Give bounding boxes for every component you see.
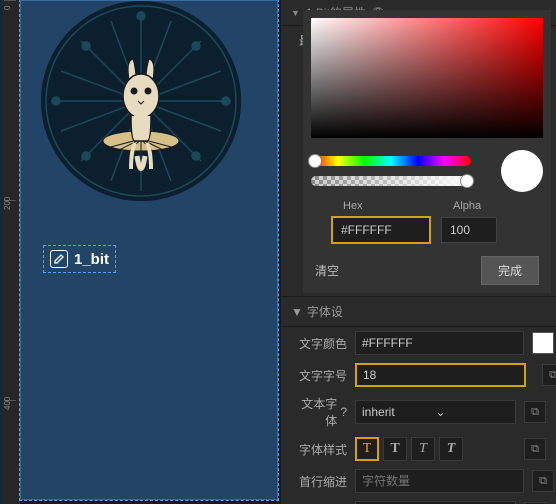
- color-preview: [501, 150, 543, 192]
- alpha-input[interactable]: [441, 217, 497, 243]
- properties-panel: ▼ 1 Bit的属性 ? — 最大字数 最 溢出处 充 换行 高亮显 高 高亮文…: [281, 0, 556, 504]
- hue-slider[interactable]: [311, 156, 471, 166]
- hue-handle[interactable]: [308, 154, 322, 168]
- style-italic-button[interactable]: T: [411, 437, 435, 461]
- label-text-color: 文字颜色: [291, 335, 347, 352]
- hex-label: Hex: [343, 200, 443, 212]
- clear-button[interactable]: 清空: [315, 262, 339, 279]
- collapse-triangle-icon: ▼: [291, 8, 300, 18]
- text-element[interactable]: 1_bit: [43, 245, 116, 273]
- style-bold-button[interactable]: T: [383, 437, 407, 461]
- hex-input[interactable]: [331, 216, 431, 244]
- font-section-header[interactable]: ▼ 字体设: [281, 296, 556, 327]
- copy-icon[interactable]: ⧉: [524, 401, 546, 423]
- label-font-size: 文字字号: [291, 367, 347, 384]
- text-color-input[interactable]: [355, 331, 524, 355]
- copy-icon[interactable]: ⧉: [532, 470, 554, 492]
- alpha-handle[interactable]: [460, 174, 474, 188]
- font-size-input[interactable]: [355, 363, 526, 387]
- first-indent-input[interactable]: [355, 469, 524, 493]
- text-content: 1_bit: [74, 251, 109, 268]
- canvas-stage[interactable]: 1_bit: [20, 0, 278, 500]
- alpha-slider[interactable]: [311, 176, 471, 186]
- avatar-image[interactable]: [41, 1, 241, 201]
- copy-icon[interactable]: ⧉: [524, 438, 546, 460]
- label-font-family: 文本字体 ?: [291, 395, 347, 429]
- chevron-down-icon: ⌄: [436, 405, 510, 419]
- help-icon[interactable]: ?: [340, 405, 347, 419]
- color-picker-popup: Hex Alpha 清空 完成: [303, 10, 551, 293]
- alpha-label: Alpha: [453, 200, 509, 212]
- style-normal-button[interactable]: T: [355, 437, 379, 461]
- canvas-panel: 0 200 400: [0, 0, 281, 504]
- label-first-indent: 首行缩进: [291, 473, 347, 490]
- font-family-select[interactable]: inherit ⌄: [355, 400, 516, 424]
- color-swatch[interactable]: [532, 332, 554, 354]
- done-button[interactable]: 完成: [481, 256, 539, 285]
- edit-icon: [50, 250, 68, 268]
- label-font-style: 字体样式: [291, 441, 347, 458]
- saturation-field[interactable]: [311, 18, 543, 138]
- ruler-vertical: 0 200 400: [2, 0, 20, 504]
- style-bold-italic-button[interactable]: T: [439, 437, 463, 461]
- copy-icon[interactable]: ⧉: [542, 364, 556, 386]
